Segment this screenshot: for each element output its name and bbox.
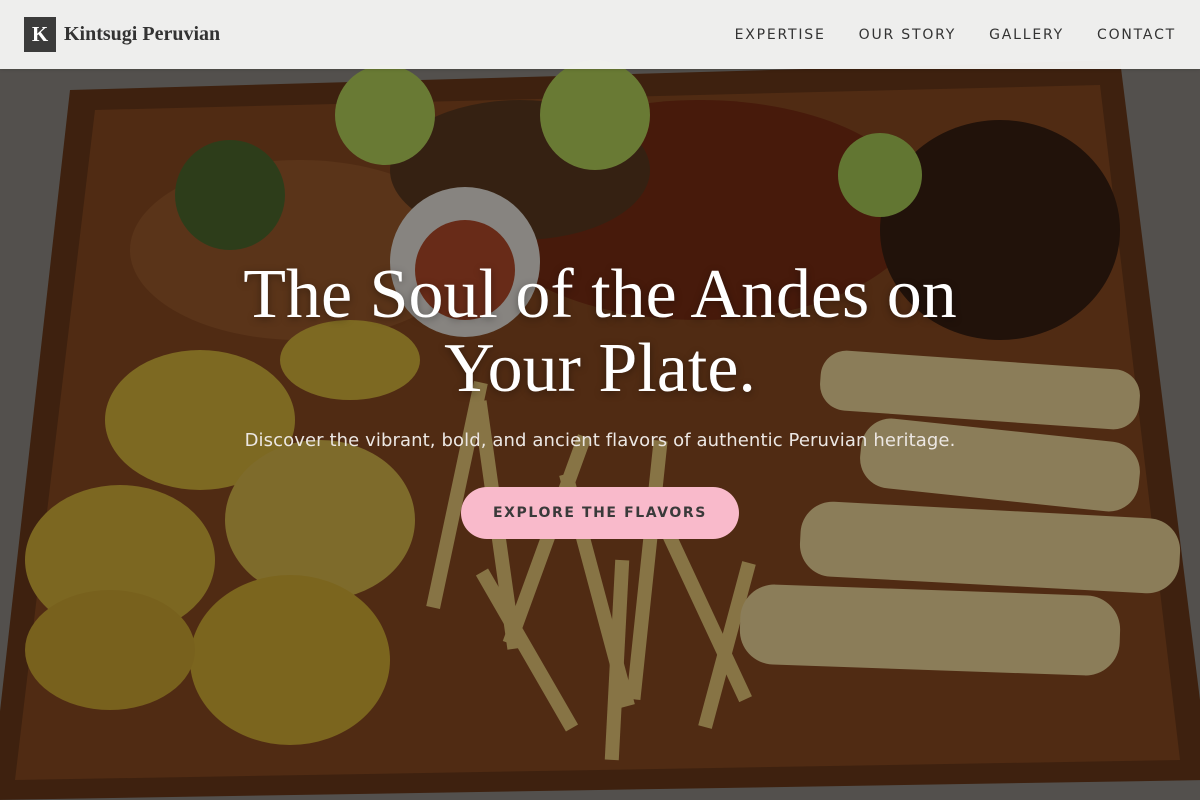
hero-title: The Soul of the Andes on Your Plate.	[243, 256, 957, 407]
nav-link-gallery[interactable]: GALLERY	[989, 27, 1064, 43]
brand-logo-link[interactable]: K Kintsugi Peruvian	[24, 17, 220, 52]
nav-link-expertise[interactable]: EXPERTISE	[735, 27, 826, 43]
nav-link-contact[interactable]: CONTACT	[1097, 27, 1176, 43]
hero-content: The Soul of the Andes on Your Plate. Dis…	[0, 258, 1200, 539]
hero-subtitle: Discover the vibrant, bold, and ancient …	[244, 430, 956, 451]
hero-section: The Soul of the Andes on Your Plate. Dis…	[0, 0, 1200, 800]
main-nav: EXPERTISE OUR STORY GALLERY CONTACT	[735, 27, 1176, 43]
nav-link-our-story[interactable]: OUR STORY	[859, 27, 957, 43]
site-header: K Kintsugi Peruvian EXPERTISE OUR STORY …	[0, 0, 1200, 69]
explore-flavors-button[interactable]: EXPLORE THE FLAVORS	[461, 487, 739, 539]
logo-mark: K	[24, 17, 56, 52]
brand-name: Kintsugi Peruvian	[64, 23, 221, 45]
